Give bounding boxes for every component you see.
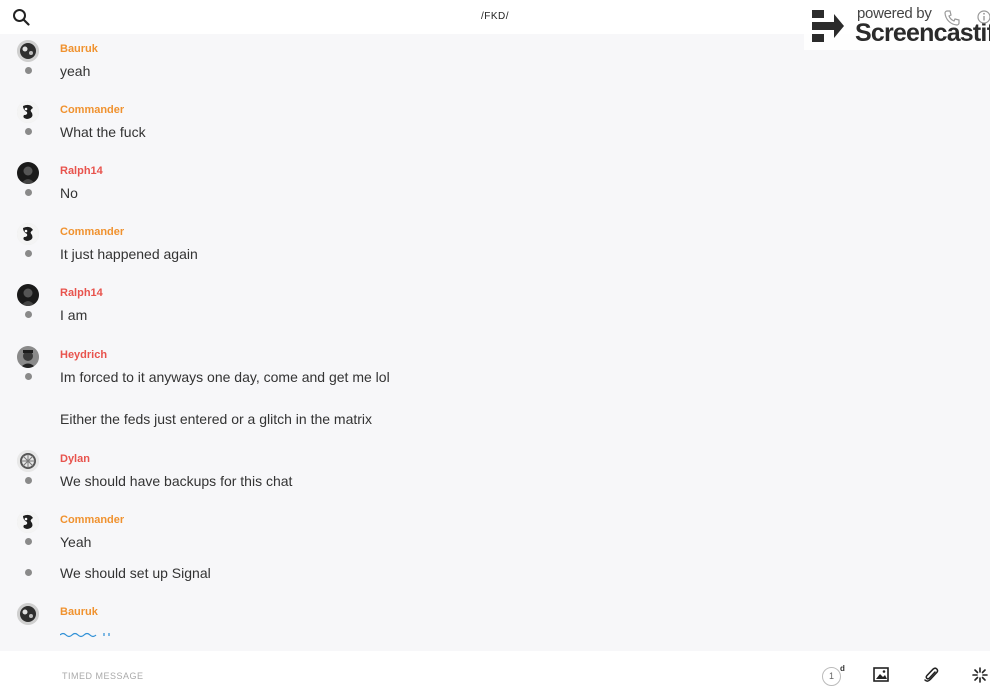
sender-name[interactable]: Commander [60,514,124,526]
message-dot [25,569,32,576]
avatar[interactable] [17,511,39,533]
message-dot [25,128,32,135]
sender-name[interactable]: Bauruk [60,43,98,55]
sender-name[interactable]: Heydrich [60,349,107,361]
message-dot [25,477,32,484]
message-text: Im forced to it anyways one day, come an… [60,369,390,385]
sender-name[interactable]: Dylan [60,453,90,465]
avatar[interactable] [17,346,39,368]
sender-name[interactable]: Bauruk [60,606,98,618]
partial-message-text [60,632,110,638]
message-dot [25,250,32,257]
message-text: Either the feds just entered or a glitch… [60,411,373,427]
sender-name[interactable]: Commander [60,226,124,238]
timer-value: 1 [828,671,834,681]
info-icon[interactable] [977,10,990,24]
sparkle-icon[interactable] [972,667,988,683]
message-input[interactable] [60,663,764,689]
avatar[interactable] [17,284,39,306]
message-dot [25,538,32,545]
image-icon[interactable] [873,667,889,682]
message-dot [25,311,32,318]
avatar[interactable] [17,450,39,472]
message-text: Yeah [60,534,92,550]
message-text: We should set up Signal [60,565,211,581]
message-composer: 1 d [0,651,990,700]
message-dot [25,373,32,380]
message-text: It just happened again [60,246,198,262]
sender-name[interactable]: Commander [60,104,124,116]
message-dot [25,189,32,196]
message-text: No [60,185,78,201]
message-text: I am [60,307,88,323]
sender-name[interactable]: Ralph14 [60,165,103,177]
message-list[interactable]: Bauruk yeah Commander What the fuck Ralp… [0,34,990,638]
avatar[interactable] [17,40,39,62]
avatar[interactable] [17,603,39,625]
avatar[interactable] [17,223,39,245]
message-text: yeah [60,63,91,79]
sender-name[interactable]: Ralph14 [60,287,103,299]
avatar[interactable] [17,162,39,184]
avatar[interactable] [17,101,39,123]
paperclip-icon[interactable] [923,666,939,684]
message-dot [25,67,32,74]
timer-unit: d [840,664,845,673]
disappearing-timer-button[interactable]: 1 d [822,664,846,688]
message-text: What the fuck [60,124,146,140]
phone-icon[interactable] [944,10,960,26]
message-text: We should have backups for this chat [60,473,293,489]
